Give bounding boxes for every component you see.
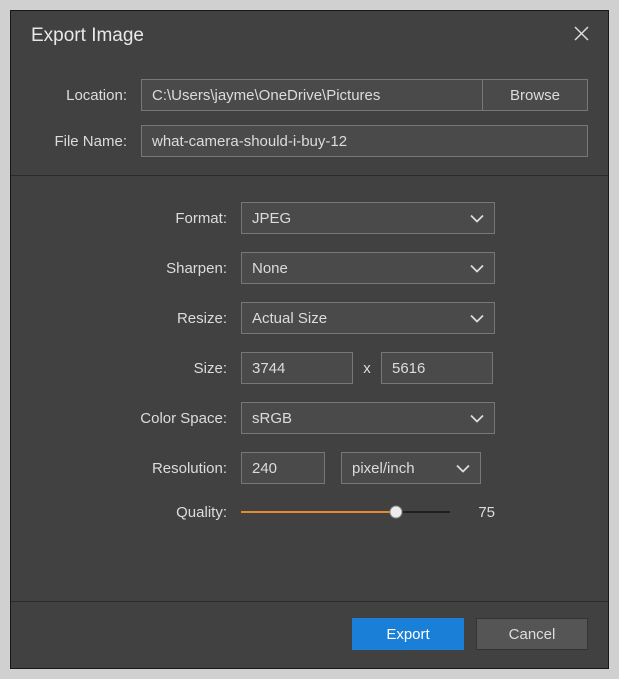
location-label: Location: bbox=[31, 87, 141, 104]
resolution-input[interactable]: 240 bbox=[241, 452, 325, 484]
slider-thumb[interactable] bbox=[389, 506, 402, 519]
width-input[interactable]: 3744 bbox=[241, 352, 353, 384]
colorspace-label: Color Space: bbox=[31, 410, 241, 427]
format-select[interactable]: JPEG bbox=[241, 202, 495, 234]
resolution-unit-value: pixel/inch bbox=[352, 460, 415, 477]
size-separator: x bbox=[353, 360, 381, 377]
colorspace-select[interactable]: sRGB bbox=[241, 402, 495, 434]
sharpen-label: Sharpen: bbox=[31, 260, 241, 277]
export-dialog: Export Image Location: C:\Users\jayme\On… bbox=[10, 10, 609, 669]
chevron-down-icon bbox=[470, 210, 484, 227]
slider-track-empty bbox=[396, 511, 450, 513]
resize-value: Actual Size bbox=[252, 310, 327, 327]
resize-label: Resize: bbox=[31, 310, 241, 327]
chevron-down-icon bbox=[456, 460, 470, 477]
sharpen-value: None bbox=[252, 260, 288, 277]
filename-input[interactable]: what-camera-should-i-buy-12 bbox=[141, 125, 588, 157]
close-icon bbox=[574, 26, 589, 46]
cancel-button[interactable]: Cancel bbox=[476, 618, 588, 650]
resolution-label: Resolution: bbox=[31, 460, 241, 477]
dialog-title: Export Image bbox=[31, 25, 144, 47]
quality-label: Quality: bbox=[31, 504, 241, 521]
chevron-down-icon bbox=[470, 410, 484, 427]
titlebar: Export Image bbox=[11, 11, 608, 65]
sharpen-select[interactable]: None bbox=[241, 252, 495, 284]
quality-slider[interactable] bbox=[241, 502, 450, 522]
export-button[interactable]: Export bbox=[352, 618, 464, 650]
format-label: Format: bbox=[31, 210, 241, 227]
chevron-down-icon bbox=[470, 260, 484, 277]
dialog-footer: Export Cancel bbox=[11, 601, 608, 668]
browse-button[interactable]: Browse bbox=[482, 79, 588, 111]
format-value: JPEG bbox=[252, 210, 291, 227]
resolution-unit-select[interactable]: pixel/inch bbox=[341, 452, 481, 484]
slider-track-filled bbox=[241, 511, 396, 513]
size-label: Size: bbox=[31, 360, 241, 377]
quality-value: 75 bbox=[478, 504, 495, 521]
close-button[interactable] bbox=[572, 27, 590, 45]
location-input[interactable]: C:\Users\jayme\OneDrive\Pictures bbox=[141, 79, 482, 111]
colorspace-value: sRGB bbox=[252, 410, 292, 427]
options-section: Format: JPEG Sharpen: None Resize: Actua… bbox=[11, 176, 608, 601]
resize-select[interactable]: Actual Size bbox=[241, 302, 495, 334]
chevron-down-icon bbox=[470, 310, 484, 327]
file-section: Location: C:\Users\jayme\OneDrive\Pictur… bbox=[11, 65, 608, 176]
filename-label: File Name: bbox=[31, 133, 141, 150]
height-input[interactable]: 5616 bbox=[381, 352, 493, 384]
